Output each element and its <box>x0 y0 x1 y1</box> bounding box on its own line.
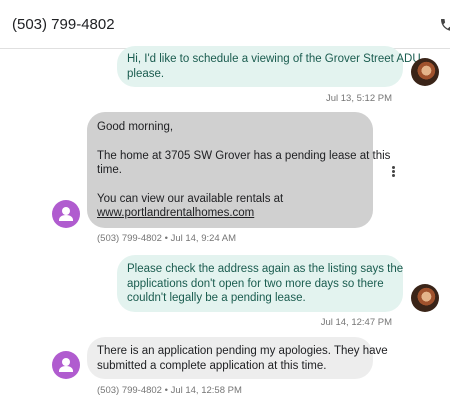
message-timestamp: (503) 799-4802 • Jul 14, 12:58 PM <box>97 385 242 396</box>
user-avatar <box>411 284 439 312</box>
message-line: time. <box>97 164 122 176</box>
incoming-message-bubble[interactable]: There is an application pending my apolo… <box>87 337 388 379</box>
person-icon <box>59 207 73 221</box>
message-line: You can view our available rentals at <box>97 192 284 205</box>
outgoing-message-bubble[interactable]: Please check the address again as the li… <box>117 255 403 312</box>
outgoing-message-bubble[interactable]: Hi, I'd like to schedule a viewing of th… <box>117 46 421 87</box>
message-line: submitted a complete application at this… <box>97 359 327 372</box>
contact-number: (503) 799-4802 <box>12 16 115 33</box>
message-line: The home at 3705 SW Grover has a pending… <box>97 149 391 162</box>
rentals-link[interactable]: www.portlandrentalhomes.com <box>97 206 363 221</box>
message-line: There is an application pending my apolo… <box>97 345 388 357</box>
message-line: Please check the address again as the li… <box>127 263 404 275</box>
message-line: please. <box>127 67 165 80</box>
contact-avatar[interactable] <box>52 351 80 379</box>
more-vert-icon[interactable] <box>390 165 396 181</box>
person-icon <box>59 358 73 372</box>
message-timestamp: (503) 799-4802 • Jul 14, 9:24 AM <box>97 233 237 244</box>
message-line: couldn't legally be a pending lease. <box>127 292 306 304</box>
message-line: Good morning, <box>97 121 174 133</box>
contact-avatar[interactable] <box>52 200 80 228</box>
message-line: Hi, I'd like to schedule a viewing of th… <box>127 53 421 65</box>
message-line: applications don't open for two more day… <box>127 277 384 290</box>
user-avatar <box>411 58 439 86</box>
message-timestamp: Jul 13, 5:12 PM <box>325 93 392 104</box>
conversation-header: (503) 799-4802 <box>0 0 450 49</box>
phone-icon[interactable] <box>439 17 450 33</box>
incoming-message-bubble[interactable]: Good morning, The home at 3705 SW Grover… <box>87 112 391 228</box>
message-timestamp: Jul 14, 12:47 PM <box>320 317 392 328</box>
